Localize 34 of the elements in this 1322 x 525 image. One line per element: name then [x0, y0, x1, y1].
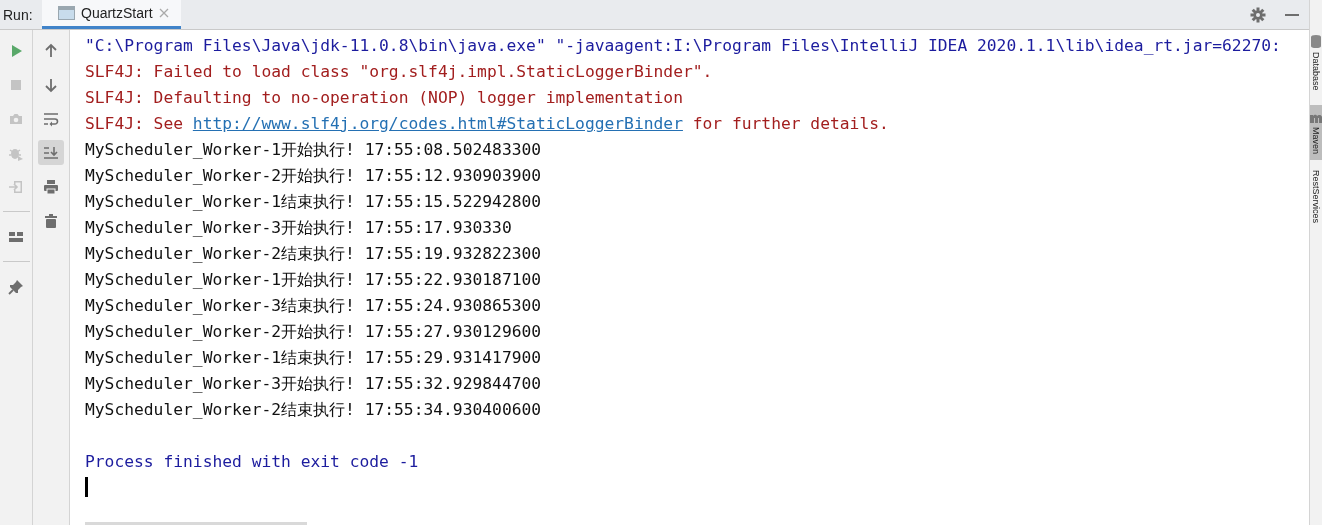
- console-line: MyScheduler_Worker-1结束执行! 17:55:29.931417900: [85, 347, 543, 369]
- scroll-to-end-icon[interactable]: [43, 144, 59, 161]
- scrollbar[interactable]: [85, 522, 307, 525]
- window-icon: [58, 6, 75, 20]
- console-line: SLF4J: Defaulting to no-operation (NOP) logger implementation: [85, 87, 684, 109]
- console-line: MyScheduler_Worker-1结束执行! 17:55:15.522942800: [85, 191, 543, 213]
- close-icon[interactable]: [158, 8, 169, 18]
- console-line: MyScheduler_Worker-3开始执行! 17:55:17.930330: [85, 217, 513, 239]
- settings-icon[interactable]: [1250, 6, 1266, 23]
- console-line: MyScheduler_Worker-1开始执行! 17:55:08.502483300: [85, 139, 543, 161]
- pin-icon[interactable]: [8, 278, 24, 295]
- exit-message: Process finished with exit code -1: [85, 451, 420, 473]
- trash-icon[interactable]: [43, 212, 59, 229]
- console-line: MyScheduler_Worker-3开始执行! 17:55:32.929844700: [85, 373, 543, 395]
- run-label: Run:: [2, 5, 34, 25]
- command-line: "C:\Program Files\Java\jdk-11.0.8\bin\java.exe" "-javaagent:I:\Program Files\IntelliJ IDEA 2020.1.1\lib\idea_rt.jar=62270:: [85, 35, 1282, 57]
- wrap-icon[interactable]: [43, 110, 59, 127]
- run-tab[interactable]: QuartzStart: [42, 0, 181, 29]
- up-arrow-icon[interactable]: [43, 42, 59, 59]
- tool-window-tab[interactable]: Database: [1310, 28, 1322, 97]
- console-line: MyScheduler_Worker-1开始执行! 17:55:22.930187100: [85, 269, 543, 291]
- printer-icon[interactable]: [43, 178, 59, 195]
- down-arrow-icon[interactable]: [43, 76, 59, 93]
- console-line: MyScheduler_Worker-2结束执行! 17:55:34.930400600: [85, 399, 543, 421]
- tool-window-tab[interactable]: RestServices: [1310, 163, 1322, 229]
- database-icon: [1310, 34, 1322, 48]
- console-line: MyScheduler_Worker-3结束执行! 17:55:24.930865300: [85, 295, 543, 317]
- link[interactable]: http://www.slf4j.org/codes.html#StaticLoggerBinder: [192, 114, 683, 133]
- console-line: SLF4J: See http://www.slf4j.org/codes.html#StaticLoggerBinder for further details.: [85, 113, 890, 135]
- console-line: MyScheduler_Worker-2结束执行! 17:55:19.932822300: [85, 243, 543, 265]
- console-line: MyScheduler_Worker-2开始执行! 17:55:27.930129600: [85, 321, 543, 343]
- console-line: MyScheduler_Worker-2开始执行! 17:55:12.930903900: [85, 165, 543, 187]
- console-line: SLF4J: Failed to load class "org.slf4j.impl.StaticLoggerBinder".: [85, 61, 714, 83]
- tool-window-tab[interactable]: Maven: [1310, 104, 1322, 160]
